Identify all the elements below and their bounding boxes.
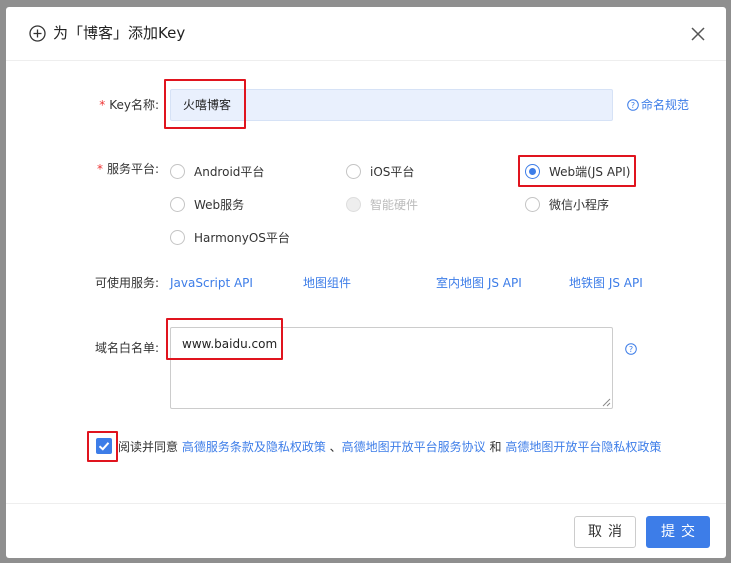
add-circle-icon: [29, 25, 46, 42]
radio-circle: [170, 164, 185, 179]
agreement-checkbox[interactable]: [96, 438, 112, 454]
radio-ios[interactable]: iOS平台: [346, 163, 414, 181]
submit-button[interactable]: 提交: [646, 516, 710, 548]
resize-grip-icon[interactable]: [601, 397, 611, 407]
domain-whitelist-label: 域名白名单:: [94, 341, 159, 355]
radio-circle: [170, 230, 185, 245]
radio-circle: [170, 197, 185, 212]
domain-whitelist-textarea[interactable]: www.baidu.com: [170, 327, 613, 409]
radio-wechat-mini-program[interactable]: 微信小程序: [525, 196, 609, 214]
radio-smart-hardware: 智能硬件: [346, 196, 418, 214]
radio-harmonyos[interactable]: HarmonyOS平台: [170, 229, 290, 247]
service-link-map-components[interactable]: 地图组件: [303, 275, 351, 291]
naming-rules-link[interactable]: ? 命名规范: [627, 97, 689, 113]
dialog-header: 为「博客」添加Key: [6, 7, 726, 61]
radio-web-js-api[interactable]: Web端(JS API): [525, 163, 630, 181]
services-label: 可使用服务:: [94, 276, 159, 290]
dialog-footer: 取消 提交: [6, 503, 726, 558]
radio-circle: [346, 164, 361, 179]
domain-help-icon-link[interactable]: ?: [625, 341, 639, 357]
platform-privacy-policy-link[interactable]: 高德地图开放平台隐私权政策: [505, 440, 661, 454]
svg-text:?: ?: [629, 345, 633, 354]
add-key-dialog: 为「博客」添加Key * Key名称: 火嘻博客 ? 命名规范 * 服务平台: An…: [6, 7, 726, 558]
svg-text:?: ?: [631, 101, 635, 110]
key-name-input[interactable]: 火嘻博客: [170, 89, 613, 121]
platform-service-agreement-link[interactable]: 高德地图开放平台服务协议: [342, 440, 486, 454]
agreement-text: 阅读并同意 高德服务条款及隐私权政策 、高德地图开放平台服务协议 和 高德地图开…: [118, 440, 662, 454]
question-circle-icon: ?: [625, 343, 637, 355]
key-name-label: * Key名称:: [99, 98, 159, 112]
dialog-title: 为「博客」添加Key: [53, 24, 186, 42]
close-icon[interactable]: [688, 24, 708, 44]
service-link-subway-map[interactable]: 地铁图 JS API: [569, 275, 643, 291]
terms-privacy-link[interactable]: 高德服务条款及隐私权政策: [182, 440, 326, 454]
service-link-indoor-map[interactable]: 室内地图 JS API: [436, 275, 522, 291]
radio-circle: [525, 164, 540, 179]
radio-circle: [346, 197, 361, 212]
service-link-javascript-api[interactable]: JavaScript API: [170, 275, 253, 291]
platform-label: * 服务平台:: [96, 162, 159, 176]
radio-circle: [525, 197, 540, 212]
check-icon: [98, 442, 110, 451]
radio-android[interactable]: Android平台: [170, 163, 264, 181]
cancel-button[interactable]: 取消: [574, 516, 636, 548]
radio-web-service[interactable]: Web服务: [170, 196, 244, 214]
question-circle-icon: ?: [627, 99, 639, 111]
